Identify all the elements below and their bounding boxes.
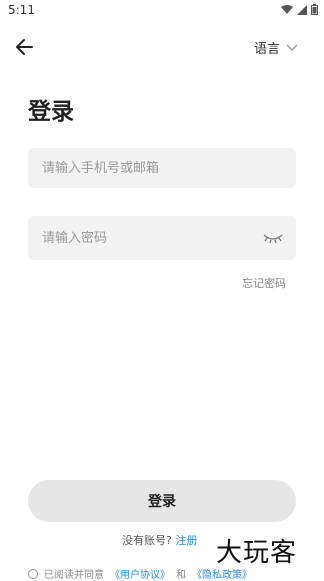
agreement-radio[interactable] [28,568,38,579]
status-time: 5:11 [8,3,35,17]
agreement-row: 已阅读并同意 《用户协议》 和 《隐私政策》 [28,566,252,581]
arrow-left-icon [16,39,33,55]
terms-link[interactable]: 《用户协议》 [110,566,170,581]
agreement-prefix: 已阅读并同意 [44,570,104,581]
language-selector[interactable]: 语言 [254,38,298,57]
chevron-down-icon [286,44,298,51]
agreement-and: 和 [176,570,186,581]
battery-icon [311,4,318,15]
watermark-logo: 大玩客 [216,538,298,568]
forgot-password-link[interactable]: 忘记密码 [242,275,286,291]
signal-icon [297,4,307,15]
login-button[interactable]: 登录 [28,480,296,522]
password-field[interactable] [28,216,296,260]
page-title: 登录 [28,99,74,125]
status-icons [281,4,318,15]
account-field[interactable] [28,148,296,188]
register-link[interactable]: 注册 [175,534,197,547]
register-prompt-text: 没有账号? [122,534,172,547]
privacy-link[interactable]: 《隐私政策》 [192,566,252,581]
wifi-icon [281,4,293,14]
account-input[interactable] [40,159,284,177]
eye-closed-icon[interactable] [262,231,284,245]
password-input[interactable] [40,229,262,247]
register-prompt: 没有账号? 注册 [122,532,197,548]
back-button[interactable] [14,36,38,58]
language-label: 语言 [253,42,280,57]
